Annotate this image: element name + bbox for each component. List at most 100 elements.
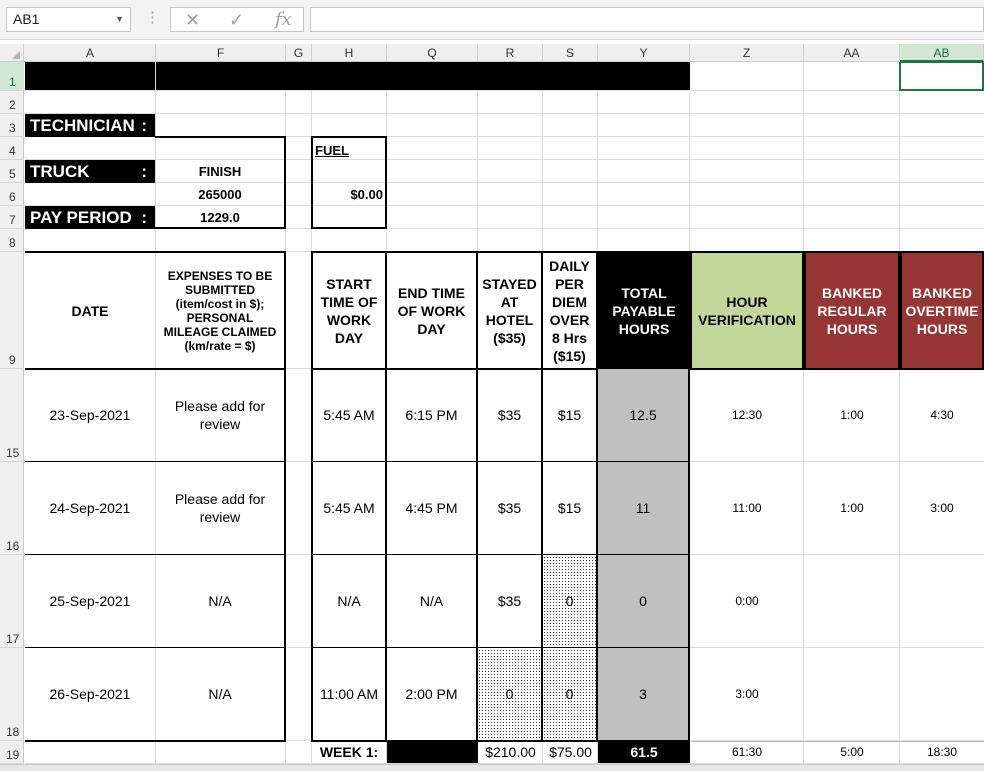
date-cell[interactable]: 25-Sep-2021 — [25, 555, 155, 647]
row-header-7[interactable]: 7 — [0, 206, 24, 229]
end-time-cell[interactable]: 2:00 PM — [387, 648, 476, 740]
date-cell[interactable]: 26-Sep-2021 — [25, 648, 155, 740]
formula-bar: AB1 ▼ ⋮ ✕ ✓ fx — [0, 0, 984, 40]
worksheet-grid[interactable]: TECHNICIAN: TRUCK: PAY PERIOD: FINISH 26… — [25, 62, 984, 771]
banked-overtime-cell[interactable]: 4:30 — [900, 369, 984, 461]
column-header-ab[interactable]: AB — [900, 44, 984, 62]
chevron-down-icon[interactable]: ▼ — [115, 8, 124, 31]
row-header-19[interactable]: 19 — [0, 741, 24, 764]
column-header-h[interactable]: H — [312, 44, 387, 62]
start-time-cell[interactable]: 5:45 AM — [313, 462, 385, 554]
row-header-2[interactable]: 2 — [0, 91, 24, 114]
row-header-18[interactable]: 18 — [0, 648, 24, 741]
end-time-cell[interactable]: N/A — [387, 555, 476, 647]
column-header-z[interactable]: Z — [690, 44, 804, 62]
more-options-icon[interactable]: ⋮ — [145, 8, 160, 26]
hotel-cell[interactable]: $35 — [478, 555, 541, 647]
verification-cell[interactable]: 11:00 — [690, 462, 804, 554]
header-banked-overtime: BANKED OVERTIME HOURS — [900, 251, 984, 370]
banner-cell-a1[interactable] — [25, 62, 155, 90]
column-header-r[interactable]: R — [478, 44, 543, 62]
row-header-9[interactable]: 9 — [0, 252, 24, 369]
fuel-label: FUEL — [315, 143, 349, 158]
name-box[interactable]: AB1 ▼ — [6, 7, 131, 32]
per-diem-cell[interactable]: $15 — [543, 462, 596, 554]
select-all-corner[interactable] — [0, 44, 24, 62]
verification-cell[interactable]: 0:00 — [690, 555, 804, 647]
header-per-diem: DAILY PER DIEM OVER 8 Hrs ($15) — [543, 251, 598, 370]
hotel-cell[interactable]: 0 — [478, 648, 541, 740]
expenses-cell[interactable]: Please add for review — [156, 462, 284, 554]
start-time-cell[interactable]: 5:45 AM — [313, 369, 385, 461]
header-banked-regular: BANKED REGULAR HOURS — [804, 251, 900, 370]
header-date: DATE — [71, 302, 109, 319]
week-banked-overtime[interactable]: 18:30 — [900, 741, 984, 763]
row-header-6[interactable]: 6 — [0, 183, 24, 206]
hotel-cell[interactable]: $35 — [478, 462, 541, 554]
column-header-aa[interactable]: AA — [804, 44, 900, 62]
total-hours-cell[interactable]: 12.5 — [598, 369, 688, 461]
pay-period-label: PAY PERIOD: — [25, 206, 155, 229]
verification-cell[interactable]: 3:00 — [690, 648, 804, 740]
expenses-cell[interactable]: Please add for review — [156, 369, 284, 461]
row-header-17[interactable]: 17 — [0, 555, 24, 648]
hotel-cell[interactable]: $35 — [478, 369, 541, 461]
column-header-s[interactable]: S — [543, 44, 598, 62]
week-total-hours[interactable]: 61.5 — [598, 741, 690, 763]
per-diem-cell[interactable]: 0 — [543, 555, 596, 647]
column-header-q[interactable]: Q — [387, 44, 478, 62]
pay-period-value[interactable]: 1229.0 — [156, 206, 284, 229]
week-perdiem-total[interactable]: $75.00 — [543, 741, 598, 763]
per-diem-cell[interactable]: 0 — [543, 648, 596, 740]
expenses-cell[interactable]: N/A — [156, 555, 284, 647]
sheet-tabs-bar[interactable] — [0, 764, 984, 771]
odometer-value[interactable]: 265000 — [156, 183, 284, 206]
row-header-16[interactable]: 16 — [0, 462, 24, 555]
week-banked-regular[interactable]: 5:00 — [804, 741, 900, 763]
total-hours-cell[interactable]: 11 — [598, 462, 688, 554]
end-time-cell[interactable]: 6:15 PM — [387, 369, 476, 461]
column-header-a[interactable]: A — [25, 44, 156, 62]
formula-input[interactable] — [310, 7, 984, 32]
row-header-15[interactable]: 15 — [0, 369, 24, 462]
selected-cell-ab1[interactable] — [899, 62, 984, 91]
row-header-3[interactable]: 3 — [0, 114, 24, 137]
header-total-hours: TOTAL PAYABLE HOURS — [598, 251, 690, 370]
start-time-cell[interactable]: N/A — [313, 555, 385, 647]
row-header-1[interactable]: 1 — [0, 62, 24, 91]
date-cell[interactable]: 23-Sep-2021 — [25, 369, 155, 461]
end-time-cell[interactable]: 4:45 PM — [387, 462, 476, 554]
header-end-time: END TIME OF WORK DAY — [387, 251, 478, 370]
total-hours-cell[interactable]: 3 — [598, 648, 688, 740]
total-hours-cell[interactable]: 0 — [598, 555, 688, 647]
banked-regular-cell[interactable]: 1:00 — [804, 369, 900, 461]
banked-regular-cell[interactable]: 1:00 — [804, 462, 900, 554]
fx-icon[interactable]: fx — [275, 9, 292, 31]
column-header-g[interactable]: G — [286, 44, 312, 62]
week-blank-cell[interactable] — [387, 741, 478, 763]
finish-label[interactable]: FINISH — [156, 160, 284, 183]
check-icon[interactable]: ✓ — [229, 9, 244, 31]
name-box-value: AB1 — [13, 11, 40, 27]
row-header-5[interactable]: 5 — [0, 160, 24, 183]
column-header-y[interactable]: Y — [598, 44, 690, 62]
expenses-cell[interactable]: N/A — [156, 648, 284, 740]
week-verification[interactable]: 61:30 — [690, 741, 804, 763]
row-header-8[interactable]: 8 — [0, 229, 24, 252]
formula-buttons: ✕ ✓ fx — [170, 7, 304, 32]
verification-cell[interactable]: 12:30 — [690, 369, 804, 461]
header-hotel: STAYED AT HOTEL ($35) — [478, 251, 543, 370]
cancel-icon[interactable]: ✕ — [185, 9, 200, 31]
start-time-cell[interactable]: 11:00 AM — [313, 648, 385, 740]
per-diem-cell[interactable]: $15 — [543, 369, 596, 461]
week-label[interactable]: WEEK 1: — [311, 741, 387, 763]
date-cell[interactable]: 24-Sep-2021 — [25, 462, 155, 554]
column-header-f[interactable]: F — [156, 44, 286, 62]
truck-label: TRUCK: — [25, 160, 155, 183]
row-header-4[interactable]: 4 — [0, 137, 24, 160]
banked-overtime-cell[interactable]: 3:00 — [900, 462, 984, 554]
fuel-value[interactable]: $0.00 — [313, 183, 383, 206]
banner-cell-f1[interactable] — [156, 62, 690, 90]
week-hotel-total[interactable]: $210.00 — [478, 741, 543, 763]
technician-label: TECHNICIAN: — [25, 114, 155, 137]
